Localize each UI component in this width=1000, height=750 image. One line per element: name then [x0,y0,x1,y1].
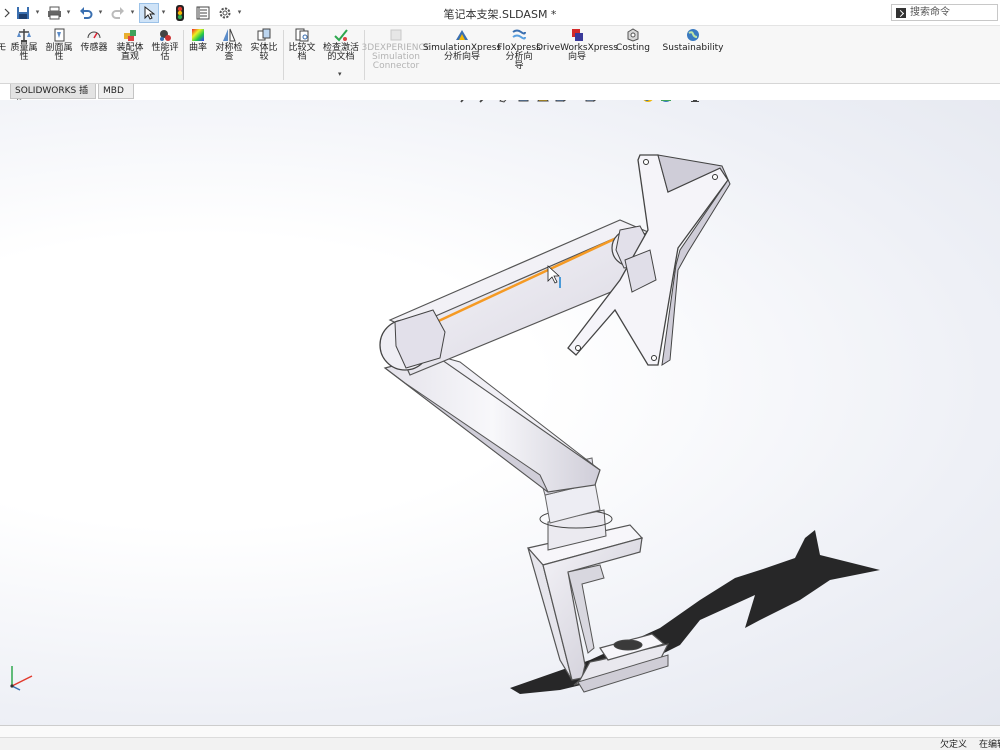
command-manager-ribbon: モ 质量属性 剖面属性 传感器 装配体 直观 性能评估 曲率 对称检查 实体比较 … [0,26,1000,84]
symmetry-check-button[interactable]: 对称检查 [212,28,246,62]
check-document-dropdown-icon[interactable]: ▾ [338,70,342,78]
mass-properties-icon [17,28,31,42]
zoom-to-area-icon[interactable] [479,100,493,103]
search-commands-input[interactable] [910,6,996,19]
sensor-button[interactable]: 传感器 [78,28,110,53]
compare-documents-button[interactable]: 比较文档 [285,28,319,62]
view-settings-icon[interactable] [688,100,702,102]
check-active-document-icon [334,28,348,42]
symmetry-check-icon [222,28,236,42]
performance-evaluation-button[interactable]: 性能评估 [149,28,181,62]
ribbon-label-line: 曲率 [188,43,207,53]
assembly-visualization-button[interactable]: 装配体 直观 [114,28,146,62]
graphics-viewport[interactable]: ▾ ▾ ▾ ▾ ▾ [0,100,1000,725]
section-properties-button[interactable]: 剖面属性 [43,28,75,62]
curvature-rainbow-icon [191,28,205,42]
command-prompt-icon [896,8,906,18]
dynamic-annotation-icon[interactable] [536,100,550,102]
coordinate-triad-icon [10,666,33,691]
laptop-stand-assembly-model[interactable] [0,100,1000,725]
display-style-icon[interactable] [585,100,599,102]
status-editing: 在编辑 [979,740,1000,750]
mass-properties-button[interactable]: 质量属性 [8,28,40,62]
assembly-visualization-icon [123,28,137,42]
edit-appearance-icon[interactable] [641,100,655,102]
ribbon-label-line: 性 [54,52,64,62]
apply-scene-icon[interactable] [659,100,673,102]
ribbon-separator [283,30,284,80]
sustainability-globe-icon [686,28,700,42]
driveworksxpress-icon [570,28,584,42]
ribbon-label: モ [0,43,7,53]
ribbon-label-line: Costing [616,43,650,53]
zoom-to-fit-icon[interactable] [460,100,474,103]
document-title: 笔记本支架.SLDASM * [443,8,557,21]
driveworksxpress-button[interactable]: DriveWorksXpress 向导 [536,28,618,62]
ribbon-label-line: 传感器 [80,43,108,53]
status-bar-upper-strip [0,726,1000,738]
ribbon-label-line: 较 [259,52,269,62]
status-bar: 欠定义 在编辑 [0,725,1000,750]
sustainability-button[interactable]: Sustainability [662,28,724,53]
command-manager-tabs: SOLIDWORKS 插件 MBD [0,84,1000,110]
ribbon-label-line: 导 [514,61,524,71]
selection-caret-icon [559,277,561,288]
ribbon-label-line: 的文档 [327,52,355,62]
tab-mbd[interactable]: MBD [98,84,134,99]
compare-bodies-icon [257,28,271,42]
ribbon-label-line: 向导 [567,52,586,62]
section-properties-icon [52,28,66,42]
status-underdefined: 欠定义 [940,740,968,750]
previous-view-icon[interactable] [498,100,512,103]
title-bar: ▾ ▾ ▾ ▾ ▾ ▾ 笔记本支架.SLDASM * [0,0,1000,26]
floxpress-icon [512,28,526,42]
tab-solidworks-addins[interactable]: SOLIDWORKS 插件 [10,84,96,110]
ribbon-label-line: 查 [224,52,234,62]
ribbon-separator [183,30,184,80]
ribbon-label-line: 分析向导 [443,52,480,62]
3dexperience-simulation-connector-button: 3DEXPERIENCE Simulation Connector [362,28,430,71]
ribbon-label-line: 档 [297,52,307,62]
check-active-document-button[interactable]: 检查激活 的文档 [320,28,362,62]
compare-bodies-button[interactable]: 实体比较 [247,28,281,62]
lower-arm-part[interactable] [383,354,601,493]
ribbon-label-line: 直观 [120,52,139,62]
ribbon-button-partial[interactable]: モ [0,28,7,53]
ribbon-label-line: Connector [372,61,420,71]
curvature-button[interactable]: 曲率 [186,28,210,53]
3dexperience-icon [389,28,403,42]
costing-icon [626,28,640,42]
hide-show-items-icon[interactable] [613,100,627,102]
floxpress-button[interactable]: FloXpress 分析向导 [497,28,541,71]
simulationxpress-icon [455,28,469,42]
performance-evaluation-icon [158,28,172,42]
search-commands-box[interactable] [891,4,998,21]
simulationxpress-button[interactable]: SimulationXpress 分析向导 [423,28,501,62]
ribbon-label-line: 性 [19,52,29,62]
ribbon-label-line: Sustainability [662,43,724,53]
ribbon-label-line: 估 [160,52,170,62]
compare-documents-icon [295,28,309,42]
costing-button[interactable]: Costing [615,28,651,53]
section-view-icon[interactable] [517,100,531,102]
view-orientation-icon[interactable] [555,100,569,102]
sensor-gauge-icon [87,28,101,42]
